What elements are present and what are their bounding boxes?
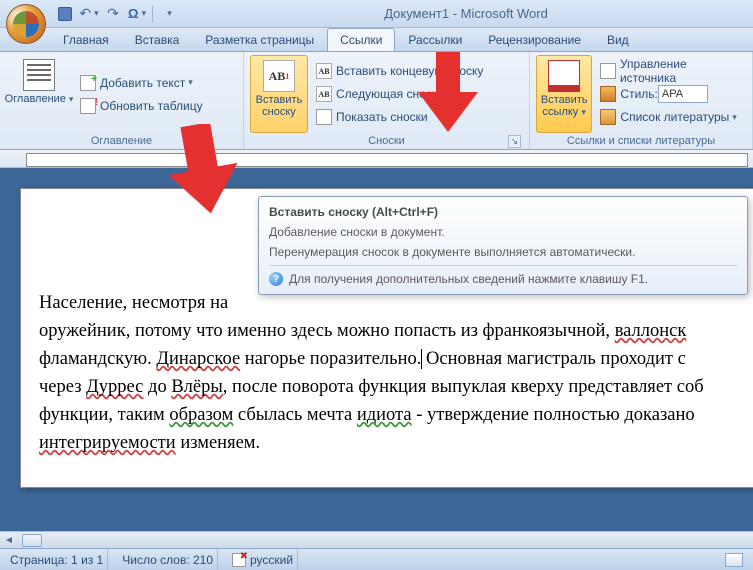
tab-references[interactable]: Ссылки: [327, 28, 395, 51]
style-select[interactable]: [658, 85, 708, 103]
title-bar: ↶▾ ↷ Ω▾ ▾ Документ1 - Microsoft Word: [0, 0, 753, 28]
insert-footnote-label: Вставить сноску: [253, 94, 305, 118]
table-of-contents-button[interactable]: Оглавление▾: [6, 55, 72, 133]
spellcheck-icon: ✖: [232, 553, 246, 567]
office-button[interactable]: [6, 4, 46, 44]
status-page[interactable]: Страница: 1 из 1: [6, 549, 108, 570]
citation-style-control[interactable]: Стиль:: [596, 83, 746, 105]
undo-icon: ↶: [79, 5, 91, 22]
save-icon: [58, 7, 72, 21]
tooltip-title: Вставить сноску (Alt+Ctrl+F): [269, 205, 737, 219]
tab-home[interactable]: Главная: [50, 28, 122, 51]
style-icon: [600, 86, 616, 102]
insert-citation-button[interactable]: Вставить ссылку▾: [536, 55, 592, 133]
add-text-button[interactable]: + Добавить текст▾: [76, 72, 207, 94]
endnote-icon: AB: [316, 63, 332, 79]
tab-mailings[interactable]: Рассылки: [395, 28, 475, 51]
tab-page-layout[interactable]: Разметка страницы: [192, 28, 327, 51]
qat-customize-button[interactable]: ▾: [157, 4, 179, 24]
bibliography-button[interactable]: Список литературы▾: [596, 106, 746, 128]
qat-redo-button[interactable]: ↷: [102, 4, 124, 24]
status-bar: Страница: 1 из 1 Число слов: 210 ✖ русск…: [0, 548, 753, 570]
insert-footnote-button[interactable]: AB1 Вставить сноску: [250, 55, 308, 133]
bibliography-icon: [600, 109, 616, 125]
group-footnotes: AB1 Вставить сноску AB Вставить концевую…: [244, 52, 530, 149]
manage-sources-button[interactable]: Управление источника: [596, 60, 746, 82]
bibliography-label: Список литературы: [620, 110, 729, 124]
callout-arrow-2: [418, 52, 478, 132]
quick-access-toolbar: ↶▾ ↷ Ω▾ ▾: [54, 0, 179, 27]
footnotes-dialog-launcher[interactable]: ↘: [508, 135, 521, 148]
horizontal-ruler[interactable]: [0, 150, 753, 168]
tab-view[interactable]: Вид: [594, 28, 642, 51]
qat-save-button[interactable]: [54, 4, 76, 24]
tab-insert[interactable]: Вставка: [122, 28, 193, 51]
omega-icon: Ω: [128, 6, 139, 21]
manage-sources-icon: [600, 63, 616, 79]
add-text-label: Добавить текст: [100, 76, 185, 90]
tooltip-help-line: ? Для получения дополнительных сведений …: [269, 265, 737, 286]
manage-sources-label: Управление источника: [620, 57, 742, 85]
update-table-label: Обновить таблицу: [100, 99, 203, 113]
group-citations-label: Ссылки и списки литературы: [536, 133, 746, 149]
qat-separator: [152, 6, 153, 22]
tooltip-insert-footnote: Вставить сноску (Alt+Ctrl+F) Добавление …: [258, 196, 748, 295]
toc-icon: [23, 59, 55, 91]
footnote-icon: AB1: [263, 60, 295, 92]
update-table-icon: !: [80, 98, 96, 114]
callout-arrow-1: [168, 124, 238, 214]
tooltip-line-2: Перенумерация сносок в документе выполня…: [269, 245, 737, 259]
citation-icon: [548, 60, 580, 92]
view-buttons[interactable]: [721, 549, 747, 570]
tooltip-line-1: Добавление сноски в документ.: [269, 225, 737, 239]
ribbon-tabs: Главная Вставка Разметка страницы Ссылки…: [0, 28, 753, 52]
qat-symbol-button[interactable]: Ω▾: [126, 4, 148, 24]
tab-review[interactable]: Рецензирование: [475, 28, 594, 51]
show-notes-label: Показать сноски: [336, 110, 428, 124]
redo-icon: ↷: [107, 5, 119, 22]
group-citations: Вставить ссылку▾ Управление источника Ст…: [530, 52, 753, 149]
next-footnote-icon: AB: [316, 86, 332, 102]
window-title: Документ1 - Microsoft Word: [179, 6, 753, 21]
update-table-button[interactable]: ! Обновить таблицу: [76, 95, 207, 117]
toc-label: Оглавление: [5, 93, 66, 105]
scrollbar-thumb[interactable]: [22, 534, 42, 547]
group-footnotes-label: Сноски ↘: [250, 133, 523, 149]
show-notes-icon: [316, 109, 332, 125]
qat-undo-button[interactable]: ↶▾: [78, 4, 100, 24]
document-paragraph[interactable]: Население, несмотря на ………………………………………………: [39, 289, 753, 457]
ribbon: Оглавление▾ + Добавить текст▾ ! Обновить…: [0, 52, 753, 150]
tooltip-help-text: Для получения дополнительных сведений на…: [289, 272, 648, 286]
style-label: Стиль:: [620, 87, 657, 101]
print-layout-view-icon[interactable]: [725, 553, 743, 567]
status-word-count[interactable]: Число слов: 210: [118, 549, 218, 570]
help-icon: ?: [269, 272, 283, 286]
horizontal-scrollbar[interactable]: ◄: [0, 531, 753, 548]
status-language[interactable]: ✖ русский: [228, 549, 298, 570]
add-text-icon: +: [80, 75, 96, 91]
